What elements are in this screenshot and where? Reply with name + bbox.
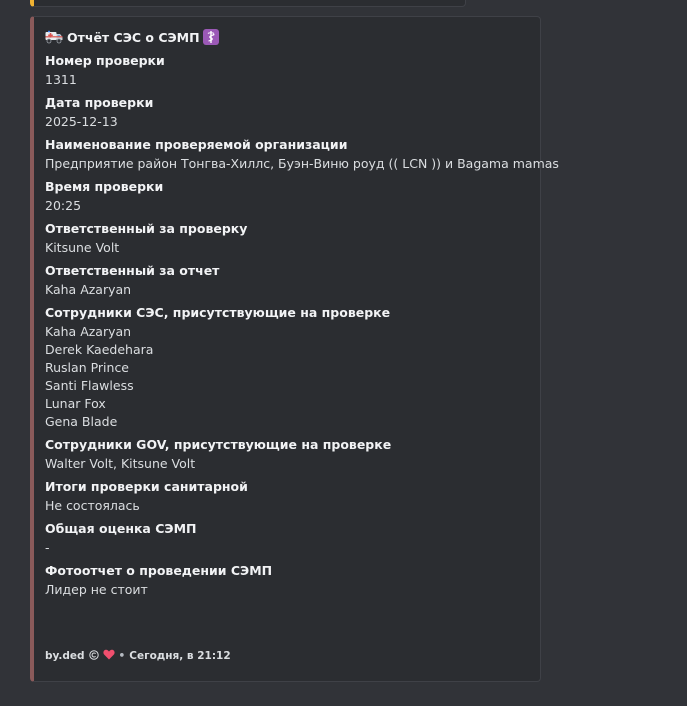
embed-field: Ответственный за отчет Kaha Azaryan <box>45 263 530 299</box>
field-value-line: Kaha Azaryan <box>45 324 132 339</box>
field-value-line: 20:25 <box>45 198 82 213</box>
field-name: Номер проверки <box>45 53 165 68</box>
embed-field: Итоги проверки санитарной Не состоялась <box>45 479 530 515</box>
field-value-line: - <box>45 540 50 555</box>
embed-field: Время проверки 20:25 <box>45 179 530 215</box>
embed-title-text: Отчёт СЭС о СЭМП <box>67 29 200 45</box>
embed-field: Общая оценка СЭМП - <box>45 521 530 557</box>
field-value: Не состоялась <box>45 497 530 515</box>
embed-field: Сотрудники GOV, присутствующие на провер… <box>45 437 530 473</box>
embed-title: Отчёт СЭС о СЭМП <box>45 27 530 47</box>
field-value: - <box>45 539 530 557</box>
embed-field: Ответственный за проверку Kitsune Volt <box>45 221 530 257</box>
field-value: 1311 <box>45 71 530 89</box>
field-value: Kaha Azaryan <box>45 281 530 299</box>
footer-separator: • <box>118 650 126 662</box>
field-name: Итоги проверки санитарной <box>45 479 248 494</box>
footer-timestamp: Сегодня, в 21:12 <box>129 650 231 662</box>
embed-footer: by.ded • Сегодня, в 21:12 <box>45 649 231 663</box>
field-value-line: Santi Flawless <box>45 378 134 393</box>
field-name: Фотоотчет о проведении СЭМП <box>45 563 273 578</box>
field-name: Ответственный за отчет <box>45 263 220 278</box>
field-value-line: Gena Blade <box>45 414 118 429</box>
field-value: Walter Volt, Kitsune Volt <box>45 455 530 473</box>
embed-field: Сотрудники СЭС, присутствующие на провер… <box>45 305 530 431</box>
field-name: Ответственный за проверку <box>45 221 248 236</box>
field-value-line: Лидер не стоит <box>45 582 148 597</box>
field-value: 20:25 <box>45 197 530 215</box>
embed-field: Дата проверки 2025-12-13 <box>45 95 530 131</box>
copyright-icon <box>88 649 99 663</box>
report-embed: Отчёт СЭС о СЭМП Номер проверки 1311 Дата … <box>30 16 559 682</box>
embed-fields: Номер проверки 1311 Дата проверки 2025-12-1… <box>45 53 559 599</box>
field-value-line: Ruslan Prince <box>45 360 130 375</box>
previous-embed <box>30 0 466 7</box>
field-name: Время проверки <box>45 179 164 194</box>
embed-field: Наименование проверяемой организации Пред… <box>45 137 559 173</box>
footer-author: by.ded <box>45 650 85 662</box>
field-name: Сотрудники СЭС, присутствующие на провер… <box>45 305 391 320</box>
field-value: 2025-12-13 <box>45 113 530 131</box>
field-value: Kaha Azaryan Derek Kaedehara Ruslan Prince… <box>45 323 530 431</box>
field-name: Общая оценка СЭМП <box>45 521 197 536</box>
field-value-line: Не состоялась <box>45 498 140 513</box>
field-value-line: 2025-12-13 <box>45 114 118 129</box>
field-value-line: Предприятие район Тонгва-Хиллс, Буэн-Вин… <box>45 156 559 171</box>
field-value-line: Lunar Fox <box>45 396 106 411</box>
field-name: Сотрудники GOV, присутствующие на провер… <box>45 437 392 452</box>
field-value: Лидер не стоит <box>45 581 530 599</box>
field-value-line: Walter Volt, Kitsune Volt <box>45 456 196 471</box>
ambulance-icon <box>45 30 63 44</box>
field-value-line: Derek Kaedehara <box>45 342 154 357</box>
field-name: Дата проверки <box>45 95 154 110</box>
heart-icon <box>102 649 115 663</box>
field-value: Предприятие район Тонгва-Хиллс, Буэн-Вин… <box>45 155 559 173</box>
field-value-line: Kaha Azaryan <box>45 282 132 297</box>
embed-field: Фотоотчет о проведении СЭМП Лидер не стои… <box>45 563 530 599</box>
field-value: Kitsune Volt <box>45 239 530 257</box>
embed-field: Номер проверки 1311 <box>45 53 530 89</box>
field-value-line: 1311 <box>45 72 77 87</box>
field-name: Наименование проверяемой организации <box>45 137 348 152</box>
medical-symbol-icon <box>202 29 219 45</box>
field-value-line: Kitsune Volt <box>45 240 120 255</box>
